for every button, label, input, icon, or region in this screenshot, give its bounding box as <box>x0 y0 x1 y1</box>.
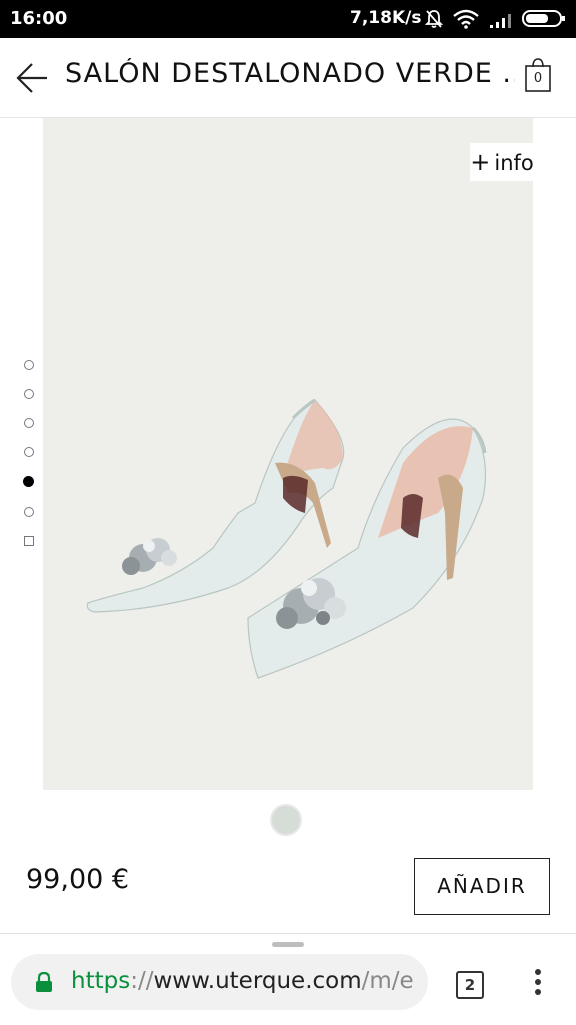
wifi-icon <box>453 9 479 29</box>
product-price: 99,00 € <box>26 864 130 895</box>
pagination-dot[interactable] <box>24 507 34 517</box>
drag-handle[interactable] <box>272 942 304 947</box>
url-bar[interactable]: https://www.uterque.com/m/e <box>11 954 428 1010</box>
overflow-menu-icon[interactable] <box>535 969 541 999</box>
product-shoes-image <box>86 398 487 679</box>
status-time: 16:00 <box>10 8 68 29</box>
app-bar: SALÓN DESTALONADO VERDE ... 0 <box>0 38 576 118</box>
status-bar: 16:00 7,18K/s <box>0 0 576 38</box>
signal-icon <box>490 14 511 28</box>
mute-icon <box>425 10 443 28</box>
url-separator: :// <box>130 968 154 994</box>
pagination-dot[interactable] <box>24 389 34 399</box>
pagination-dot[interactable] <box>24 447 34 457</box>
back-arrow-icon[interactable] <box>14 60 50 96</box>
network-speed: 7,18K/s <box>350 8 422 28</box>
cart-count: 0 <box>533 71 543 86</box>
add-to-cart-button[interactable]: AÑADIR <box>414 858 550 915</box>
url-path: /m/e <box>361 968 414 994</box>
color-swatch[interactable] <box>270 804 302 836</box>
pagination-dot[interactable] <box>24 418 34 428</box>
url-host: www.uterque.com <box>153 968 362 994</box>
info-label: info <box>494 151 534 175</box>
brooch-left <box>122 538 177 575</box>
pagination-dot[interactable] <box>24 536 34 546</box>
pagination-dot[interactable] <box>24 360 34 370</box>
battery-icon <box>522 10 565 27</box>
shopping-bag-button[interactable]: 0 <box>524 57 552 93</box>
lock-icon <box>36 972 52 992</box>
info-button[interactable]: + info <box>470 143 534 181</box>
product-image[interactable] <box>43 118 533 790</box>
browser-bar: https://www.uterque.com/m/e 2 <box>0 933 576 1025</box>
pagination-dot-active[interactable] <box>23 476 34 487</box>
tab-switcher-button[interactable]: 2 <box>456 971 484 999</box>
url-text: https://www.uterque.com/m/e <box>71 968 414 994</box>
url-scheme: https <box>71 968 131 994</box>
plus-icon: + <box>470 148 491 176</box>
page-title: SALÓN DESTALONADO VERDE ... <box>65 58 515 89</box>
